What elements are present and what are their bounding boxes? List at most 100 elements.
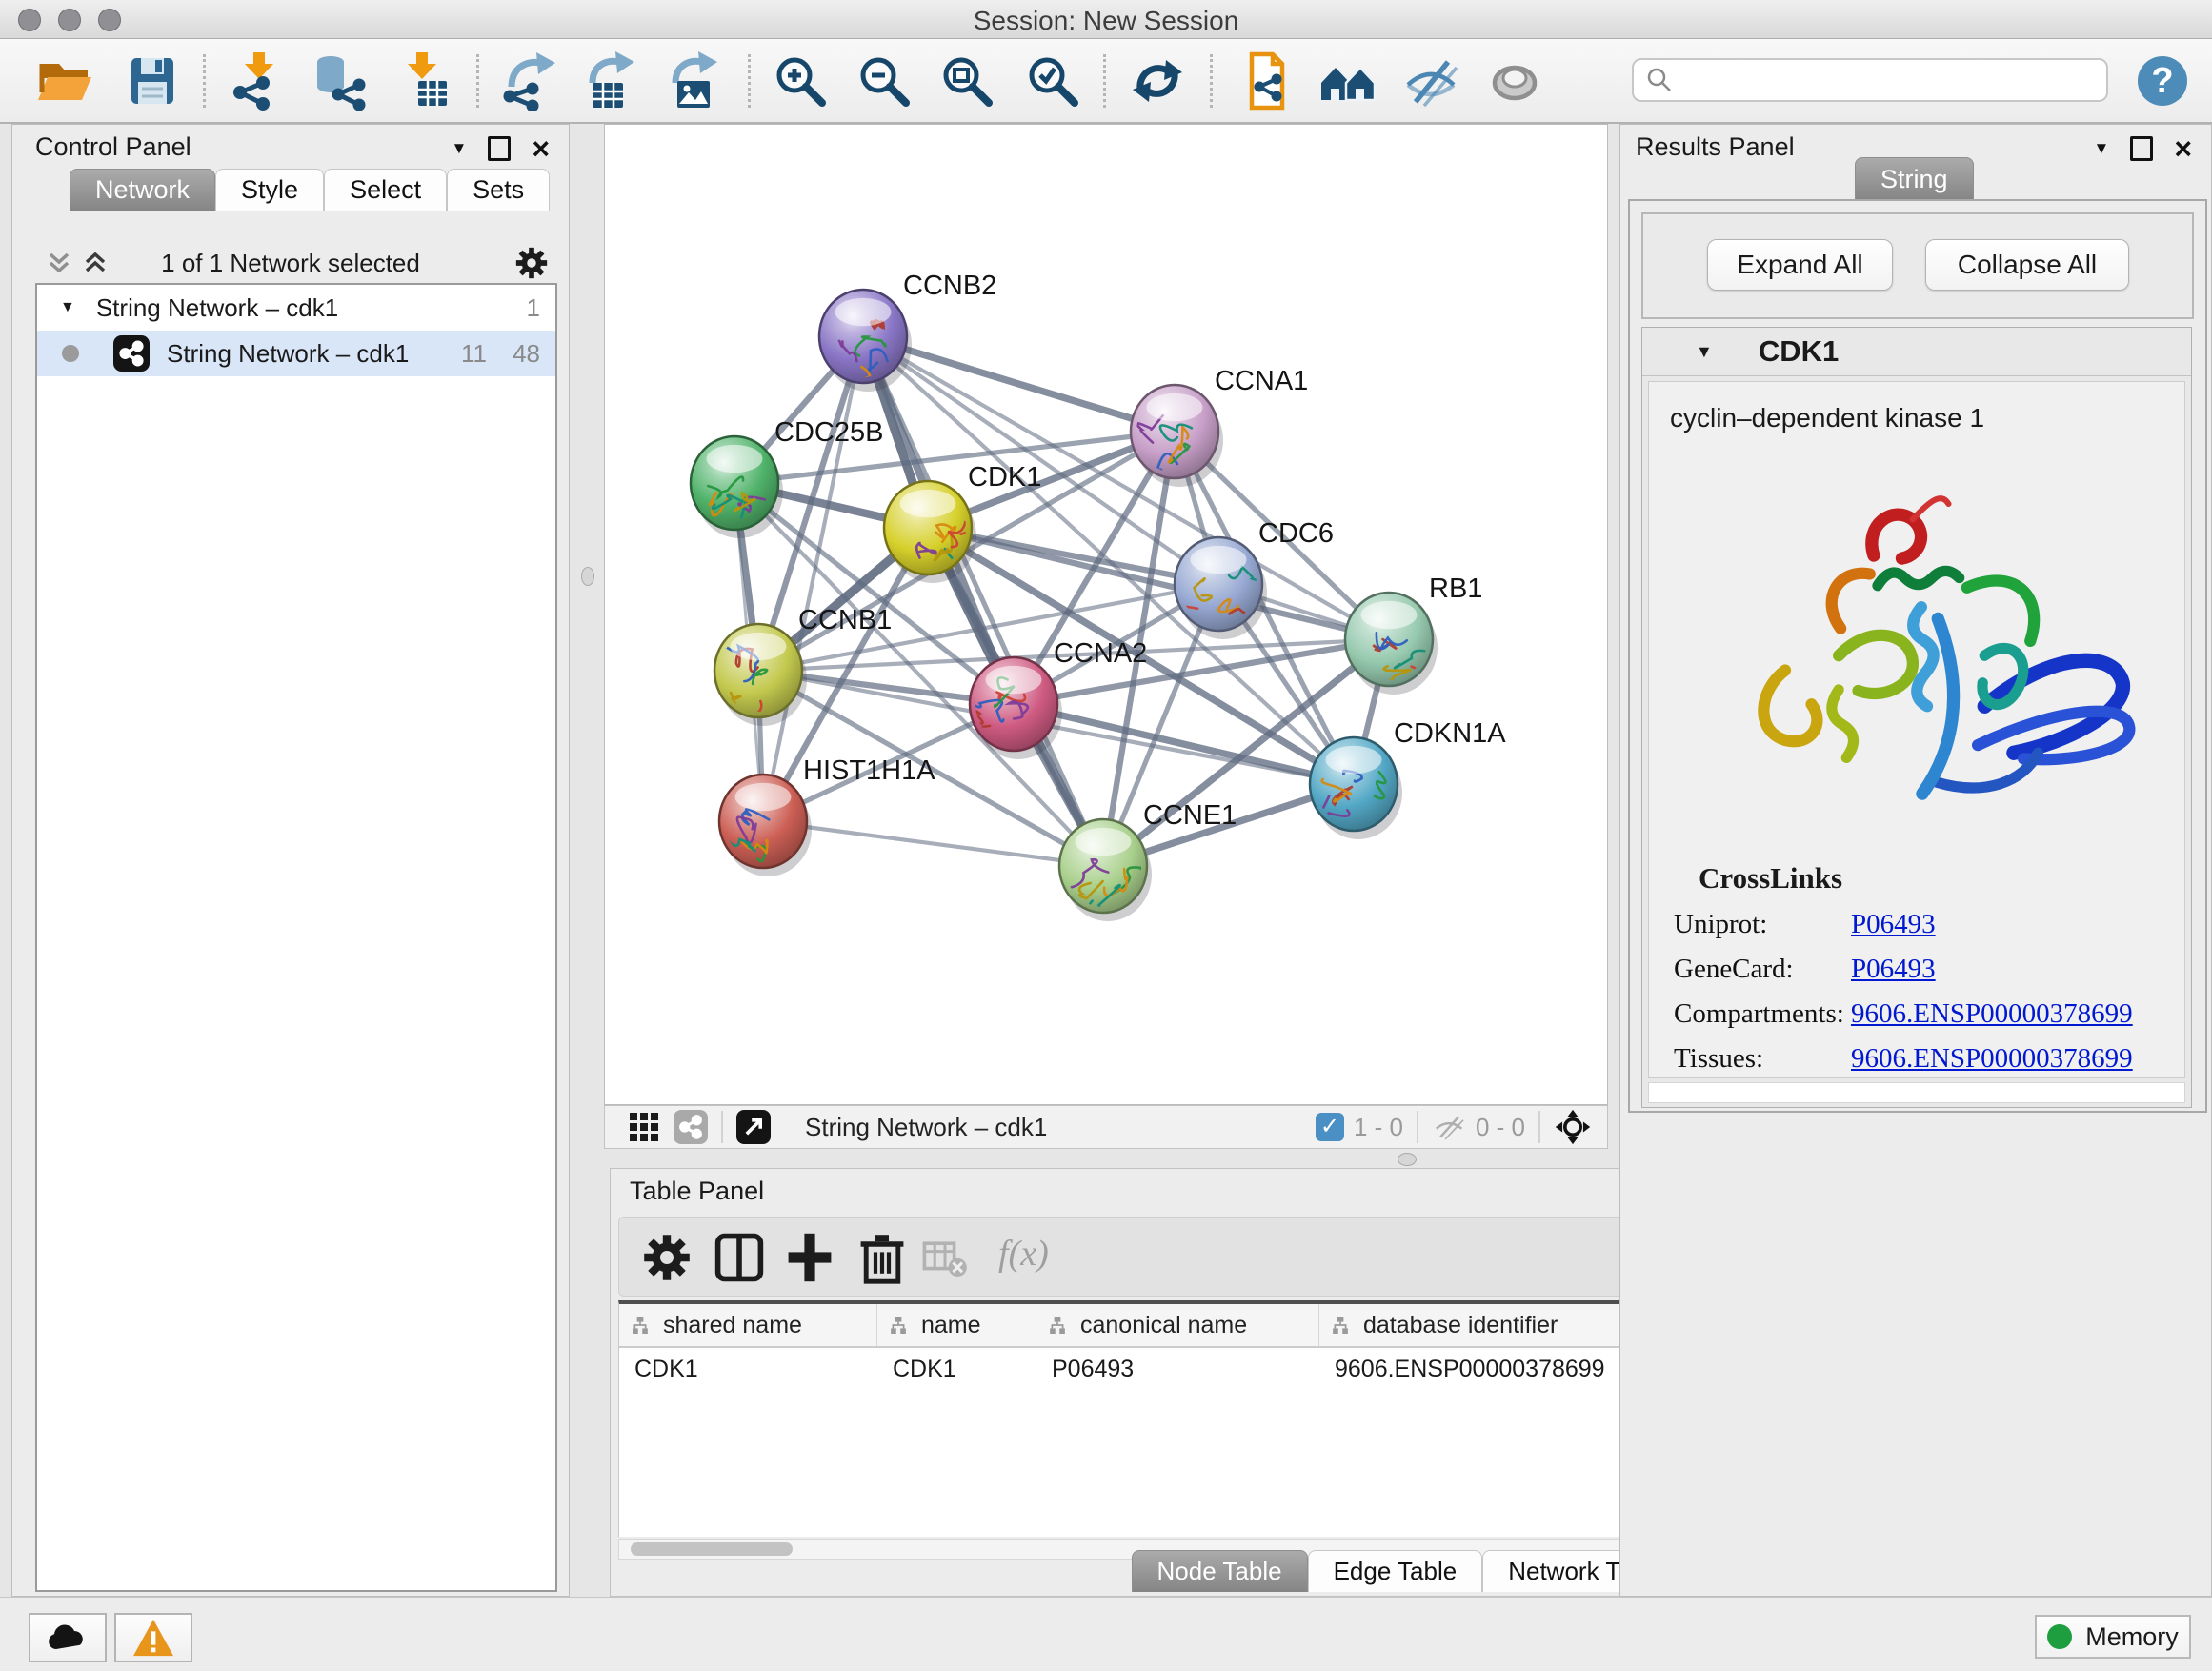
selected-counts: 1 - 0 xyxy=(1354,1113,1403,1142)
toolbar-search xyxy=(1632,58,2108,102)
table-cell[interactable]: P06493 xyxy=(1036,1348,1319,1390)
create-column-icon[interactable] xyxy=(783,1231,836,1284)
edge-count: 48 xyxy=(513,339,540,369)
network-collection-row[interactable]: ▼ String Network – cdk1 1 xyxy=(37,285,555,331)
collapse-all-button[interactable]: Collapse All xyxy=(1925,239,2129,291)
memory-button[interactable]: Memory xyxy=(2035,1615,2191,1659)
birds-eye-icon[interactable] xyxy=(1554,1108,1592,1146)
help-button[interactable]: ? xyxy=(2138,56,2187,106)
grid-view-icon[interactable] xyxy=(628,1111,660,1143)
node-label-CCNB2: CCNB2 xyxy=(903,271,996,301)
network-view-toolbar: String Network – cdk1 ✓ 1 - 0 0 - 0 xyxy=(604,1105,1608,1149)
expand-all-button[interactable]: Expand All xyxy=(1707,239,1893,291)
results-hscrollbar[interactable] xyxy=(1648,1082,2185,1103)
first-neighbors-button[interactable] xyxy=(1317,50,1378,111)
show-all-button[interactable] xyxy=(1484,50,1545,111)
column-header[interactable]: canonical name xyxy=(1036,1304,1319,1346)
crosslink-link[interactable]: 9606.ENSP00000378699 xyxy=(1851,998,2133,1030)
tab-string[interactable]: String xyxy=(1855,157,1974,200)
panel-float-icon[interactable] xyxy=(2130,136,2153,161)
panel-close-icon[interactable]: × xyxy=(532,139,550,158)
tab-node-table[interactable]: Node Table xyxy=(1132,1550,1308,1592)
table-gear-icon[interactable] xyxy=(640,1231,694,1284)
save-session-button[interactable] xyxy=(122,50,183,111)
collapse-section-icon[interactable]: ▼ xyxy=(1696,342,1713,362)
results-panel: Results Panel ▼ × String Expand All Coll… xyxy=(1619,124,2212,1597)
share-view-icon[interactable] xyxy=(674,1110,708,1144)
network-node-HIST1H1A[interactable]: HIST1H1A xyxy=(719,755,935,876)
panel-float-icon[interactable] xyxy=(488,136,511,161)
show-columns-icon[interactable] xyxy=(713,1231,766,1284)
tab-select[interactable]: Select xyxy=(324,169,447,211)
warnings-button[interactable] xyxy=(114,1613,192,1662)
expand-collapse-box: Expand All Collapse All xyxy=(1641,212,2194,319)
apply-layout-button[interactable] xyxy=(1127,50,1188,111)
zoom-in-button[interactable] xyxy=(770,50,831,111)
tree-expand-icon[interactable]: ▼ xyxy=(60,299,75,316)
horizontal-splitter-handle[interactable] xyxy=(1398,1153,1417,1166)
table-cell[interactable]: CDK1 xyxy=(619,1348,877,1390)
node-label-CDC25B: CDC25B xyxy=(774,417,883,448)
table-cell[interactable]: CDK1 xyxy=(877,1348,1036,1390)
network-edge-CCNB2-CCNE1[interactable] xyxy=(863,336,1103,866)
import-table-file-button[interactable] xyxy=(395,50,456,111)
main-toolbar: ? xyxy=(0,39,2212,124)
network-status-dot xyxy=(62,345,79,362)
panel-menu-icon[interactable]: ▼ xyxy=(451,139,467,158)
detach-view-icon[interactable] xyxy=(736,1110,771,1144)
import-network-database-button[interactable] xyxy=(308,50,369,111)
node-label-HIST1H1A: HIST1H1A xyxy=(803,755,935,786)
tab-style[interactable]: Style xyxy=(215,169,324,211)
gear-icon[interactable] xyxy=(513,245,550,281)
delete-column-icon[interactable] xyxy=(855,1231,909,1284)
network-row[interactable]: String Network – cdk1 11 48 xyxy=(37,331,555,376)
tab-network[interactable]: Network xyxy=(70,169,215,211)
column-header[interactable]: shared name xyxy=(619,1304,877,1346)
cloud-status-button[interactable] xyxy=(29,1613,107,1662)
toolbar-divider xyxy=(1210,54,1213,108)
toolbar-divider xyxy=(748,54,751,108)
column-header[interactable]: name xyxy=(877,1304,1036,1346)
network-node-CCNB2[interactable]: CCNB2 xyxy=(819,271,996,392)
network-node-CCNE1[interactable]: CCNE1 xyxy=(1059,800,1237,921)
network-node-CCNA1[interactable]: CCNA1 xyxy=(1131,366,1308,487)
app-window: Session: New Session xyxy=(0,0,2212,1671)
crosslink-label: Tissues: xyxy=(1674,1043,1851,1075)
tab-edge-table[interactable]: Edge Table xyxy=(1308,1550,1483,1592)
network-edge-CCNB2-HIST1H1A[interactable] xyxy=(763,336,863,821)
crosslink-link[interactable]: P06493 xyxy=(1851,954,1936,985)
column-header[interactable]: database identifier xyxy=(1319,1304,1629,1346)
hide-selected-button[interactable] xyxy=(1400,50,1461,111)
crosslink-link[interactable]: 9606.ENSP00000378699 xyxy=(1851,1043,2133,1075)
function-builder-icon: f(x) xyxy=(998,1233,1049,1275)
network-canvas[interactable]: CCNB2CCNA1CDC25BCDK1CDC6RB1CCNB1CCNA2CDK… xyxy=(604,124,1608,1105)
network-node-RB1[interactable]: RB1 xyxy=(1345,574,1482,695)
search-input[interactable] xyxy=(1674,66,2106,94)
node-result-header[interactable]: ▼ CDK1 xyxy=(1642,328,2191,376)
network-edge-CCNA2-CDKN1A[interactable] xyxy=(1014,704,1354,784)
network-edge-HIST1H1A-CCNE1[interactable] xyxy=(763,821,1103,866)
new-network-from-selection-button[interactable] xyxy=(1237,50,1297,111)
table-cell[interactable]: 9606.ENSP00000378699 xyxy=(1319,1348,1629,1390)
export-table-button[interactable] xyxy=(579,50,640,111)
export-image-button[interactable] xyxy=(662,50,723,111)
tab-sets[interactable]: Sets xyxy=(447,169,550,211)
crosslink-link[interactable]: P06493 xyxy=(1851,909,1936,940)
import-network-file-button[interactable] xyxy=(227,50,288,111)
network-selection-status: 1 of 1 Network selected xyxy=(12,249,569,278)
node-result-section: ▼ CDK1 cyclin–dependent kinase 1 xyxy=(1641,327,2192,1108)
zoom-out-button[interactable] xyxy=(854,50,915,111)
panel-menu-icon[interactable]: ▼ xyxy=(2093,139,2109,158)
title-bar: Session: New Session xyxy=(0,0,2212,39)
crosslink-label: GeneCard: xyxy=(1674,954,1851,985)
vertical-splitter-handle[interactable] xyxy=(581,567,594,586)
panel-close-icon[interactable]: × xyxy=(2174,139,2192,158)
export-network-button[interactable] xyxy=(498,50,559,111)
node-label-CCNB1: CCNB1 xyxy=(798,605,892,635)
zoom-selected-button[interactable] xyxy=(1022,50,1083,111)
selected-checkbox-icon[interactable]: ✓ xyxy=(1316,1113,1344,1141)
zoom-fit-button[interactable] xyxy=(936,50,997,111)
network-node-CDKN1A[interactable]: CDKN1A xyxy=(1310,718,1506,839)
network-list: ▼ String Network – cdk1 1 String Network… xyxy=(35,283,557,1592)
open-session-button[interactable] xyxy=(34,50,95,111)
